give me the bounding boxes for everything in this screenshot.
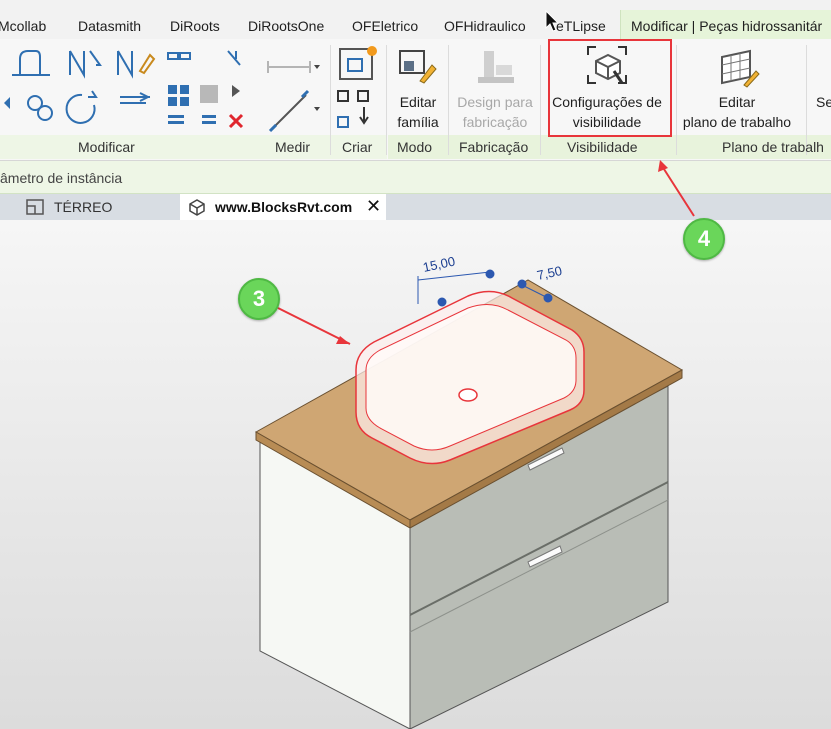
edit-workplane-label-line1[interactable]: Editar (676, 92, 798, 112)
floor-plan-icon (26, 199, 44, 215)
dimension-text-depth[interactable]: 7,50 (536, 263, 564, 283)
create-tool-icons[interactable] (334, 45, 382, 135)
view-tab-terreo[interactable]: TÉRREO (0, 194, 178, 220)
panel-separator (386, 45, 387, 155)
panel-label-visibilidade: Visibilidade (567, 139, 638, 155)
panel-label-plano: Plano de trabalh (722, 139, 824, 155)
view-tab-3d[interactable]: www.BlocksRvt.com ✕ (180, 194, 386, 220)
panel-label-modo: Modo (397, 139, 433, 155)
callout-arrow-4 (658, 160, 695, 217)
tab-diroots[interactable]: DiRoots (170, 18, 220, 34)
panel-label-criar: Criar (342, 139, 373, 155)
edit-family-label-line2[interactable]: família (388, 112, 448, 132)
view-tab-terreo-label: TÉRREO (54, 199, 113, 215)
tab-mcollab[interactable]: Mcollab (0, 18, 46, 34)
3d-view-icon (189, 199, 205, 216)
fabrication-design-icon (478, 51, 514, 83)
tab-etlipse[interactable]: eTLipse (556, 18, 606, 34)
edit-workplane-label-line2[interactable]: plano de trabalho (676, 112, 798, 132)
edit-workplane-icon[interactable] (716, 47, 760, 89)
measure-tool-icons[interactable] (262, 45, 326, 135)
fabrication-design-label-line2: fabricação (462, 114, 528, 130)
dimension-text-width[interactable]: 15,00 (422, 253, 457, 274)
panel-separator (330, 45, 331, 155)
view-tab-3d-label: www.BlocksRvt.com (215, 199, 353, 215)
tab-ofhidraulico[interactable]: OFHidraulico (444, 18, 526, 34)
panel-label-modificar: Modificar (78, 139, 135, 155)
callout-badge-3: 3 (238, 278, 280, 320)
callout-badge-4: 4 (683, 218, 725, 260)
3d-viewport[interactable]: 15,00 7,50 3 (0, 220, 831, 729)
ribbon-tab-bar: Mcollab Datasmith DiRoots DiRootsOne OFE… (0, 0, 831, 40)
panel-label-fabricacao: Fabricação (459, 139, 529, 155)
tab-ofeletrico[interactable]: OFEletrico (352, 18, 418, 34)
vanity-model-drawing[interactable]: 15,00 7,50 (0, 220, 831, 729)
tab-dirootsone[interactable]: DiRootsOne (248, 18, 324, 34)
tab-datasmith[interactable]: Datasmith (78, 18, 141, 34)
edit-family-icon[interactable] (396, 47, 438, 87)
partial-button-label[interactable]: Se (816, 92, 831, 112)
panel-separator (540, 45, 541, 155)
edit-family-label-line1[interactable]: Editar (388, 92, 448, 112)
ribbon: Editar família Design para fabricação Co… (0, 39, 831, 161)
panel-label-strip (0, 135, 387, 159)
panel-separator (448, 45, 449, 155)
visibility-settings-highlight (548, 39, 672, 137)
panel-label-medir: Medir (275, 139, 311, 155)
tab-modificar-context[interactable]: Modificar | Peças hidrossanitár (620, 10, 831, 39)
fabrication-design-label-line1: Design para (457, 94, 533, 110)
options-bar-text: âmetro de instância (0, 170, 123, 186)
modificar-tools-icons[interactable] (0, 45, 262, 137)
mouse-cursor-icon (545, 10, 560, 32)
close-icon[interactable]: ✕ (366, 196, 381, 217)
